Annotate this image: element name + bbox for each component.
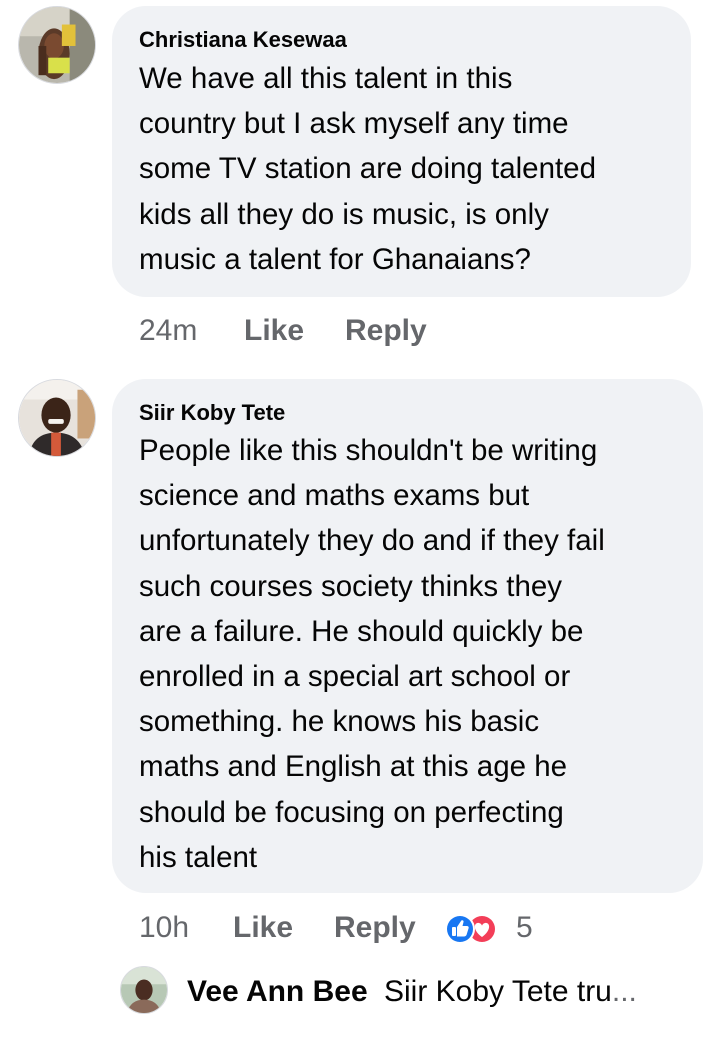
reply-button[interactable]: Reply — [345, 314, 427, 348]
reply-ellipsis: ... — [611, 975, 637, 1008]
comment-timestamp[interactable]: 24m — [139, 314, 197, 348]
profile-photo-christiana — [19, 7, 95, 83]
comment-author[interactable]: Siir Koby Tete — [139, 400, 285, 426]
avatar[interactable] — [18, 6, 96, 84]
reply-preview-text[interactable]: Vee Ann Bee Siir Koby Tete tru... — [187, 975, 637, 1009]
reactions-summary[interactable] — [442, 911, 500, 947]
comment-author[interactable]: Christiana Kesewaa — [139, 27, 347, 53]
reaction-count: 5 — [516, 911, 533, 944]
reply-author[interactable]: Vee Ann Bee — [187, 975, 368, 1008]
comment-text: People like this shouldn't be writing sc… — [139, 434, 605, 874]
like-button[interactable]: Like — [244, 314, 304, 348]
profile-photo-vee — [121, 967, 167, 1013]
profile-photo-siir — [19, 380, 95, 456]
comment-timestamp[interactable]: 10h — [139, 911, 189, 945]
like-reaction-icon — [445, 914, 475, 944]
avatar[interactable] — [18, 379, 96, 457]
like-button[interactable]: Like — [233, 911, 293, 945]
reactions-icons — [445, 914, 497, 944]
avatar[interactable] — [120, 966, 168, 1014]
reply-snippet: Siir Koby Tete tru — [383, 975, 612, 1008]
reply-button[interactable]: Reply — [334, 911, 416, 945]
comment-text: We have all this talent in this country … — [139, 62, 596, 276]
